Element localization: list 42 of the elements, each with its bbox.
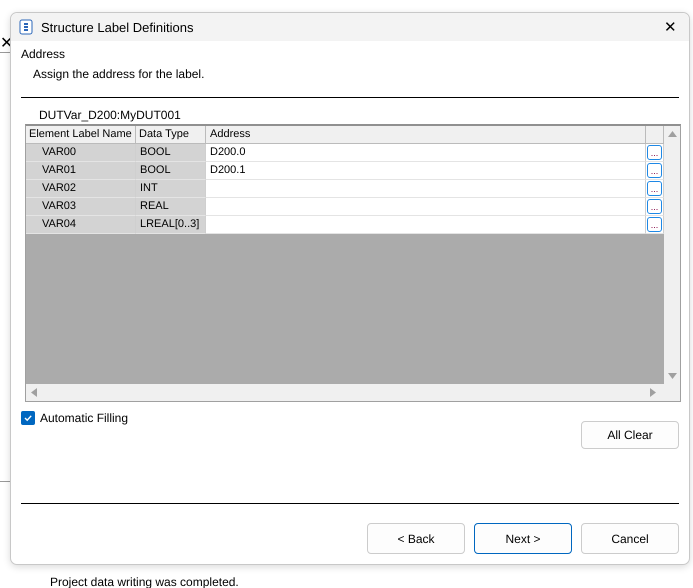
address-cell[interactable] [206, 198, 646, 216]
browse-button[interactable]: ... [647, 163, 662, 178]
column-header[interactable]: Element Label Name [26, 126, 136, 144]
table-cell: VAR03 [26, 198, 136, 216]
all-clear-button[interactable]: All Clear [581, 421, 679, 449]
column-header[interactable]: Data Type [136, 126, 206, 144]
column-header[interactable]: Address [206, 126, 646, 144]
table-cell: VAR02 [26, 180, 136, 198]
wizard-button[interactable]: Cancel [581, 523, 679, 554]
checkbox[interactable] [21, 411, 35, 425]
horizontal-scrollbar[interactable] [26, 384, 680, 401]
column-header [646, 126, 664, 144]
table-cell: VAR00 [26, 144, 136, 162]
wizard-button[interactable]: < Back [367, 523, 465, 554]
table-cell: BOOL [136, 162, 206, 180]
close-button[interactable]: ✕ [660, 18, 681, 36]
wizard-button[interactable]: Next > [474, 523, 572, 554]
checkmark-icon [23, 413, 33, 423]
scroll-up-icon[interactable] [668, 131, 676, 137]
table-cell: REAL [136, 198, 206, 216]
address-cell[interactable] [206, 180, 646, 198]
browse-button[interactable]: ... [647, 181, 662, 196]
table-cell: LREAL[0..3] [136, 216, 206, 234]
vertical-scrollbar[interactable] [664, 126, 680, 384]
scroll-down-icon[interactable] [668, 373, 676, 379]
page-subtitle: Assign the address for the label. [33, 67, 206, 81]
address-cell[interactable]: D200.1 [206, 162, 646, 180]
table-cell: INT [136, 180, 206, 198]
group-label: DUTVar_D200:MyDUT001 [39, 108, 182, 122]
scroll-right-icon[interactable] [650, 388, 656, 397]
table-cell: VAR04 [26, 216, 136, 234]
table-cell: BOOL [136, 144, 206, 162]
list-icon [19, 19, 33, 35]
browse-button[interactable]: ... [647, 217, 662, 232]
table-cell: VAR01 [26, 162, 136, 180]
window-title: Structure Label Definitions [41, 20, 194, 34]
page-title: Address [21, 47, 66, 61]
scroll-left-icon[interactable] [31, 388, 37, 397]
address-cell[interactable]: D200.0 [206, 144, 646, 162]
browse-button[interactable]: ... [647, 199, 662, 214]
browse-button[interactable]: ... [647, 145, 662, 160]
checkbox-label: Automatic Filling [40, 411, 128, 425]
